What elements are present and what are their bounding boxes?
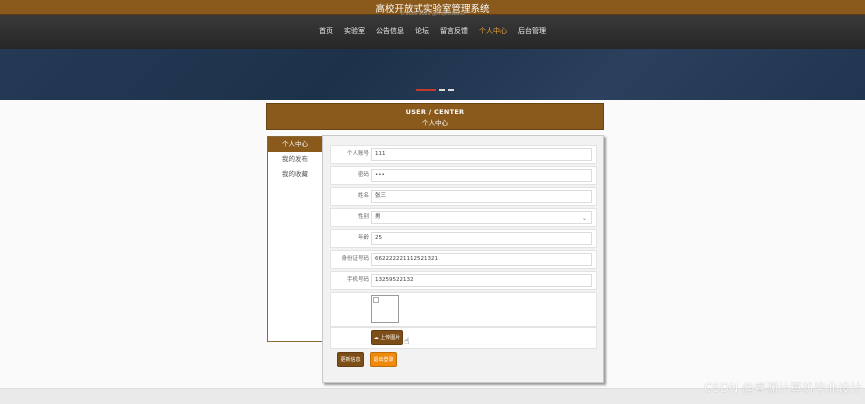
sidebar-item-user-center[interactable]: 个人中心 — [268, 137, 322, 152]
chevron-down-icon: ⌄ — [581, 215, 587, 222]
phone-label: 手机号码 — [346, 277, 369, 283]
upload-image-button[interactable]: ☁ 上传图片 — [371, 330, 403, 345]
update-info-button[interactable]: 更新信息 — [337, 352, 364, 367]
nav-item-announcements[interactable]: 公告信息 — [376, 26, 404, 36]
carousel-dot-1[interactable] — [416, 89, 436, 91]
nav-item-admin[interactable]: 后台管理 — [518, 26, 546, 36]
section-title-cn: 个人中心 — [422, 119, 448, 127]
carousel-dot-3[interactable] — [448, 89, 454, 91]
section-header: USER / CENTER 个人中心 — [266, 103, 604, 130]
navigation-bar: 首页 实验室 公告信息 论坛 留言反馈 个人中心 后台管理 — [0, 15, 865, 49]
sidebar-item-favorites[interactable]: 我的收藏 — [268, 167, 322, 182]
account-label: 个人账号 — [346, 151, 369, 157]
nav-item-feedback[interactable]: 留言反馈 — [440, 26, 468, 36]
gender-select[interactable]: 男 ⌄ — [371, 211, 592, 224]
banner-carousel — [0, 49, 865, 100]
nav-item-home[interactable]: 首页 — [319, 26, 333, 36]
nav-item-user-center[interactable]: 个人中心 — [479, 26, 507, 36]
form-row-account: 个人账号 111 — [330, 145, 597, 164]
nav-item-labs[interactable]: 实验室 — [344, 26, 365, 36]
nav-menu: 首页 实验室 公告信息 论坛 留言反馈 个人中心 后台管理 — [0, 26, 865, 36]
age-input[interactable]: 25 — [371, 232, 592, 245]
profile-form: 个人账号 111 密码 ••• 姓名 张三 性别 男 ⌄ 年龄 25 身份证号码… — [322, 135, 604, 383]
id-number-input[interactable]: 662222221112521321 — [371, 253, 592, 266]
hand-cursor-icon: ☝ — [404, 337, 410, 347]
upload-button-label: 上传图片 — [380, 335, 401, 341]
gender-value: 男 — [375, 214, 381, 220]
csdn-watermark: CSDN @睿渊计算机毕业设计 — [703, 381, 862, 395]
form-row-avatar — [330, 292, 597, 327]
age-label: 年龄 — [357, 235, 369, 241]
carousel-dot-2[interactable] — [439, 89, 445, 91]
section-title-en: USER / CENTER — [405, 108, 465, 116]
broken-image-icon — [373, 297, 379, 303]
form-row-name: 姓名 张三 — [330, 187, 597, 206]
id-number-label: 身份证号码 — [341, 256, 369, 262]
form-row-age: 年龄 25 — [330, 229, 597, 248]
phone-input[interactable]: 13259522132 — [371, 274, 592, 287]
logout-button[interactable]: 退出登录 — [370, 352, 397, 367]
cloud-upload-icon: ☁ — [373, 335, 379, 341]
form-row-gender: 性别 男 ⌄ — [330, 208, 597, 227]
footer-copyright: © 2020-2021 @ProjectName — [399, 12, 466, 17]
gender-label: 性别 — [357, 214, 369, 220]
password-label: 密码 — [357, 172, 369, 178]
form-row-phone: 手机号码 13259522132 — [330, 271, 597, 290]
password-input[interactable]: ••• — [371, 169, 592, 182]
sidebar-item-my-posts[interactable]: 我的发布 — [268, 152, 322, 167]
name-label: 姓名 — [357, 193, 369, 199]
name-input[interactable]: 张三 — [371, 190, 592, 203]
carousel-indicators — [416, 89, 454, 91]
user-sidebar: 个人中心 我的发布 我的收藏 — [267, 136, 323, 342]
account-input[interactable]: 111 — [371, 148, 592, 161]
form-row-password: 密码 ••• — [330, 166, 597, 185]
form-row-id-number: 身份证号码 662222221112521321 — [330, 250, 597, 269]
avatar-image-placeholder — [371, 295, 399, 323]
form-row-upload: ☁ 上传图片 ☝ — [330, 327, 597, 349]
nav-item-forum[interactable]: 论坛 — [415, 26, 429, 36]
